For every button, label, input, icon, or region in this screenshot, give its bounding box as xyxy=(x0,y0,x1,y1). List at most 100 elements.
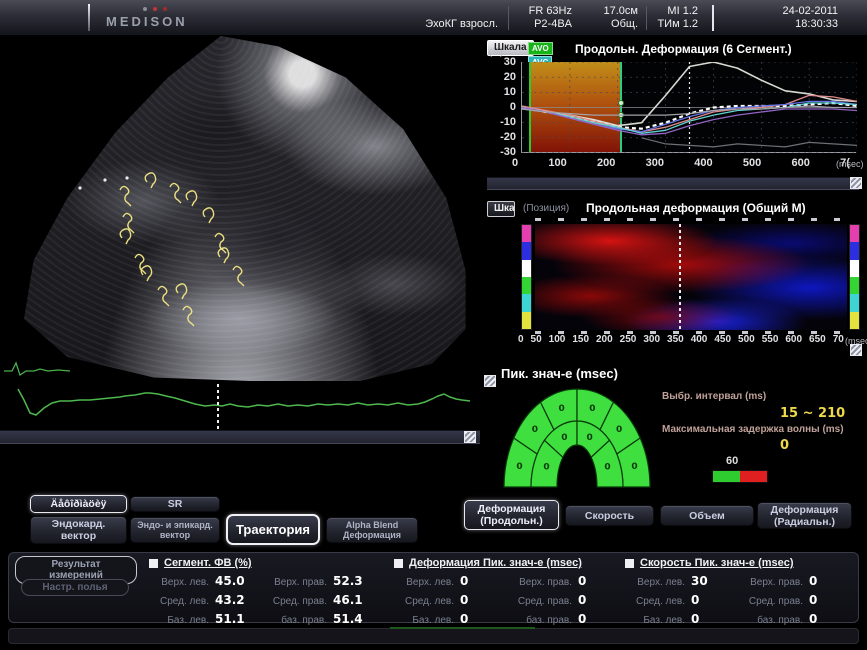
section-checkbox[interactable] xyxy=(625,559,634,568)
position-label: (Позиция) xyxy=(523,203,569,214)
mi-value: MI 1.2 xyxy=(650,5,698,18)
mmode-top-ticks xyxy=(535,218,847,221)
y-tick-label: -10 xyxy=(488,116,516,128)
colorbar-block xyxy=(850,294,859,311)
topbar-separator xyxy=(646,6,647,30)
measure-label: Сред. лев. xyxy=(394,596,460,607)
x-tick-label: 100 xyxy=(548,157,566,169)
measure-row: Сред. лев.43.2Сред. прав.46.1 xyxy=(149,593,384,607)
depth-value: 17.0см xyxy=(580,5,638,18)
resize-corner-icon[interactable] xyxy=(850,177,862,189)
measure-section: Скорость Пик. знач-е (msec)Верх. лев.30В… xyxy=(625,557,860,626)
exam-preset: ЭхоКГ взросл. xyxy=(398,18,498,31)
bullseye-segment-diagram: 0000000000 xyxy=(490,384,666,490)
mode-button--[interactable]: Äåôîðìàöèÿ xyxy=(30,495,127,513)
section-title: Деформация Пик. знач-е (msec) xyxy=(409,557,582,569)
mmode-strain-map[interactable] xyxy=(535,224,847,330)
colorbar-block xyxy=(522,277,531,294)
measure-value: 0 xyxy=(691,593,739,607)
strain-chart-plot[interactable] xyxy=(521,62,856,153)
segment-value: 0 xyxy=(631,462,637,472)
measure-value: 51.1 xyxy=(215,612,263,626)
mmode-x-tick-label: 70 xyxy=(833,334,844,345)
colorbar-block xyxy=(850,242,859,259)
mmode-x-tick-label: 550 xyxy=(762,334,779,345)
mmode-scale-button[interactable]: Шкала xyxy=(487,201,515,217)
datetime-block: 24-02-2011 18:30:33 xyxy=(712,5,838,31)
mmode-x-tick-label: 350 xyxy=(667,334,684,345)
y-tick-label: 10 xyxy=(488,86,516,98)
measure-section: Сегмент. ФВ (%)Верх. лев.45.0Верх. прав.… xyxy=(149,557,384,626)
avo-marker-badge[interactable]: AVO xyxy=(528,42,553,55)
section-checkbox[interactable] xyxy=(394,559,403,568)
mode-button-деформация-радиальн-[interactable]: Деформация (Радиальн.) xyxy=(757,502,852,529)
x-tick-label: 0 xyxy=(512,157,518,169)
mode-button-alpha-blend-деформация[interactable]: Alpha Blend Деформация xyxy=(326,517,418,543)
colorbar-block xyxy=(522,225,531,242)
mode-button-траектория[interactable]: Траектория xyxy=(226,514,320,545)
mmode-time-cursor[interactable] xyxy=(679,224,681,332)
y-tick-label: -20 xyxy=(488,131,516,143)
brand-divider xyxy=(88,4,90,31)
speckle-texture xyxy=(0,36,480,381)
mode-button-объем[interactable]: Объем xyxy=(660,505,754,526)
x-axis-unit: (msec) xyxy=(836,159,864,169)
cine-scrollbar[interactable] xyxy=(0,430,480,444)
exam-time: 18:30:33 xyxy=(728,18,838,31)
mode-button-эндокард-вектор[interactable]: Эндокард. вектор xyxy=(30,516,127,544)
mmode-x-tick-label: 250 xyxy=(620,334,637,345)
measure-row: Баз. лев.0баз. прав.0 xyxy=(625,612,860,626)
mmode-x-ticks: 0501001502002503003504004505005506006507… xyxy=(518,334,844,345)
ecg-strip xyxy=(0,381,480,429)
mmode-x-tick-label: 400 xyxy=(691,334,708,345)
tis-value: ТИм 1.2 xyxy=(650,18,698,31)
measure-row: Баз. лев.0баз. прав.0 xyxy=(394,612,629,626)
bottom-status-strip xyxy=(8,628,859,644)
measure-value: 0 xyxy=(809,612,857,626)
segment-value: 0 xyxy=(558,404,564,414)
measure-label: Сред. лев. xyxy=(149,596,215,607)
x-tick-label: 400 xyxy=(694,157,712,169)
measure-label: баз. прав. xyxy=(263,615,333,626)
threshold-value: 60 xyxy=(726,455,738,467)
segment-value: 0 xyxy=(586,433,592,443)
section-checkbox[interactable] xyxy=(149,559,158,568)
segment-value: 0 xyxy=(616,425,622,435)
mmode-x-tick-label: 600 xyxy=(785,334,802,345)
measure-label: Верх. прав. xyxy=(263,577,333,588)
colorbar-block xyxy=(522,260,531,277)
section-title: Сегмент. ФВ (%) xyxy=(164,557,252,569)
logo-dot-red xyxy=(153,7,157,11)
bottom-green-accent xyxy=(390,627,535,629)
ultrasound-image-area[interactable] xyxy=(0,36,480,381)
mmode-x-tick-label: 0 xyxy=(518,334,524,345)
measure-value: 0 xyxy=(460,574,508,588)
measure-label: Верх. лев. xyxy=(394,577,460,588)
colorbar-block xyxy=(522,294,531,311)
bullseye-title: Пик. знач-е (msec) xyxy=(501,366,618,381)
measure-label: баз. прав. xyxy=(508,615,578,626)
measure-label: Верх. лев. xyxy=(625,577,691,588)
measure-label: Баз. лев. xyxy=(394,615,460,626)
measure-label: Сред. прав. xyxy=(263,596,333,607)
fields-setup-button[interactable]: Настр. полья xyxy=(21,579,129,596)
measure-label: Верх. прав. xyxy=(739,577,809,588)
mode-button-деформация-продольн-[interactable]: Деформация (Продольн.) xyxy=(464,500,559,530)
mode-button-скорость[interactable]: Скорость xyxy=(565,505,654,526)
measure-value: 0 xyxy=(578,593,626,607)
measure-row: Верх. лев.30Верх. прав.0 xyxy=(625,574,860,588)
y-tick-label: 20 xyxy=(488,71,516,83)
chart-scroll-strip[interactable] xyxy=(487,177,859,190)
measure-value: 0 xyxy=(809,593,857,607)
x-tick-label: 300 xyxy=(646,157,664,169)
resize-corner-icon[interactable] xyxy=(464,431,476,443)
measure-value: 0 xyxy=(578,612,626,626)
resize-corner-icon[interactable] xyxy=(850,344,862,356)
measure-value: 0 xyxy=(460,612,508,626)
mmode-colorbar-left xyxy=(521,224,532,330)
top-status-bar: MEDISON ЭхоКГ взросл. FR 63Hz P2-4BA 17.… xyxy=(0,0,867,36)
threshold-color-bar xyxy=(712,470,768,483)
measure-row: Сред. лев.0Сред. прав.0 xyxy=(394,593,629,607)
mode-button-sr[interactable]: SR xyxy=(130,496,220,512)
mode-button-эндо-и-эпикард-вектор[interactable]: Эндо- и эпикард. вектор xyxy=(130,517,220,543)
